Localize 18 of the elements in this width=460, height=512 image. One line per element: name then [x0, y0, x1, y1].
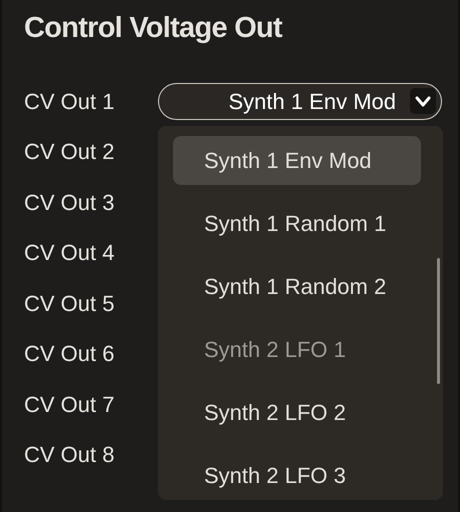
scrollbar[interactable] [437, 258, 440, 384]
output-label: CV Out 4 [24, 239, 116, 268]
menu-item[interactable]: Synth 1 Random 2 [173, 262, 421, 311]
menu-item[interactable]: Synth 1 Env Mod [173, 136, 421, 185]
output-label: CV Out 6 [24, 340, 116, 368]
dropdown-value: Synth 1 Env Mod [228, 88, 396, 116]
menu-item[interactable]: Synth 2 LFO 2 [173, 388, 421, 437]
output-label: CV Out 5 [24, 290, 116, 318]
output-label: CV Out 7 [24, 390, 116, 419]
section-title: Control Voltage Out [24, 14, 282, 43]
chevron-down-icon [410, 88, 436, 114]
menu-item[interactable]: Synth 2 LFO 3 [173, 451, 421, 500]
menu-item[interactable]: Synth 1 Random 1 [173, 199, 421, 248]
output-label: CV Out 3 [24, 188, 116, 217]
output-label: CV Out 1 [24, 88, 116, 116]
dropdown[interactable]: Synth 1 Env Mod [158, 82, 442, 120]
output-label: CV Out 8 [24, 441, 116, 470]
output-label: CV Out 2 [24, 138, 116, 166]
